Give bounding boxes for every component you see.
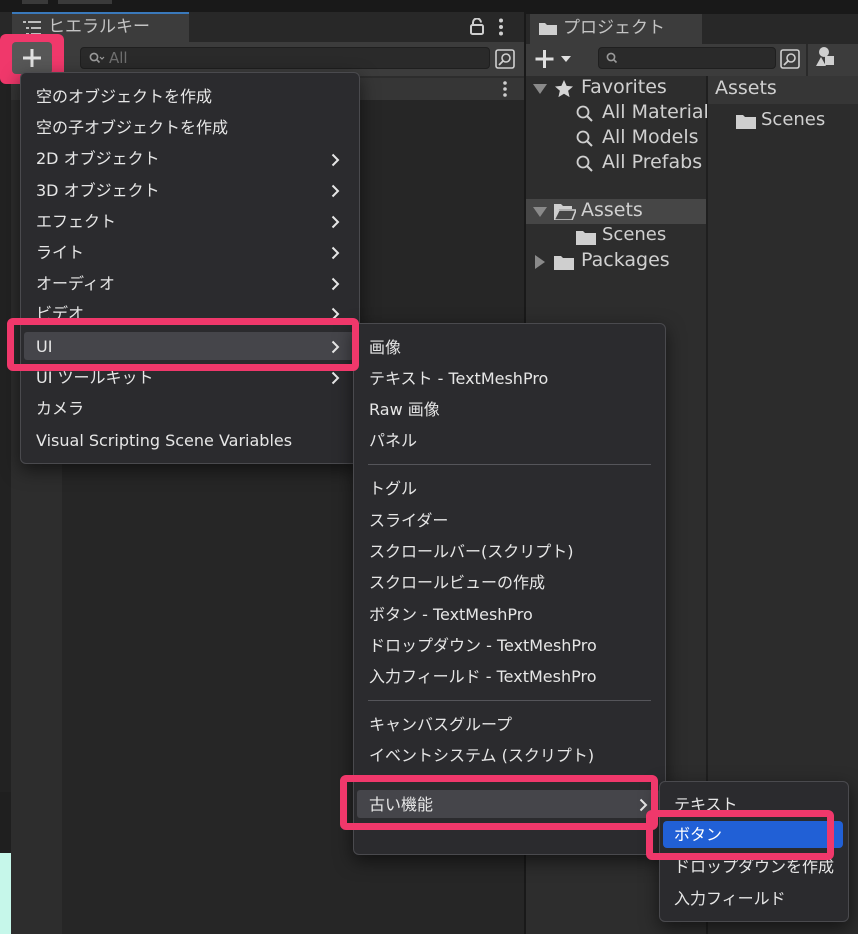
scene-search-icon[interactable] bbox=[495, 49, 515, 69]
search-icon bbox=[576, 105, 594, 123]
menu-item-3d-object[interactable]: 3D オブジェクト bbox=[36, 181, 160, 201]
search-placeholder: All bbox=[109, 49, 128, 67]
submenu-item-event-system[interactable]: イベントシステム (スクリプト) bbox=[369, 746, 594, 766]
menu-item-effects[interactable]: エフェクト bbox=[36, 212, 116, 232]
annotation-box-ui bbox=[7, 318, 359, 371]
toolbar-separator bbox=[806, 44, 808, 76]
menu-item-light[interactable]: ライト bbox=[36, 243, 84, 263]
project-top-strip bbox=[526, 0, 858, 14]
submenu-item-text-tmp[interactable]: テキスト - TextMeshPro bbox=[369, 369, 548, 389]
tree-item-assets[interactable]: Assets bbox=[526, 199, 706, 224]
open-folder-icon bbox=[554, 203, 576, 220]
tree-label-packages: Packages bbox=[581, 249, 670, 271]
folder-icon bbox=[736, 113, 756, 129]
hierarchy-row-kebab-icon[interactable] bbox=[502, 81, 508, 97]
chevron-right-icon bbox=[331, 215, 340, 229]
submenu-item-button-tmp[interactable]: ボタン - TextMeshPro bbox=[369, 605, 533, 625]
chevron-down-icon[interactable] bbox=[533, 84, 547, 94]
menu-item-2d-object[interactable]: 2D オブジェクト bbox=[36, 149, 160, 169]
hierarchy-list-icon bbox=[23, 21, 41, 35]
chevron-right-icon bbox=[331, 246, 340, 260]
submenu-item-panel[interactable]: パネル bbox=[369, 431, 417, 451]
submenu-item-toggle[interactable]: トグル bbox=[369, 479, 417, 499]
tree-item-all-material[interactable]: All Material bbox=[526, 101, 709, 126]
star-icon bbox=[555, 80, 573, 98]
annotation-box-button bbox=[646, 810, 834, 860]
project-search-input[interactable] bbox=[598, 47, 776, 69]
tree-label-all-models: All Models bbox=[602, 126, 699, 148]
chevron-right-icon bbox=[331, 277, 340, 291]
tree-label-all-material: All Material bbox=[602, 101, 709, 123]
kebab-menu-icon[interactable] bbox=[498, 18, 504, 36]
search-icon bbox=[606, 52, 620, 65]
create-menu: 空のオブジェクトを作成 空の子オブジェクトを作成 2D オブジェクト 3D オブ… bbox=[20, 72, 360, 464]
submenu-item-dropdown-tmp[interactable]: ドロップダウン - TextMeshPro bbox=[369, 636, 597, 656]
chevron-right-icon[interactable] bbox=[535, 255, 545, 269]
lock-icon[interactable] bbox=[470, 18, 484, 35]
tree-item-favorites[interactable]: Favorites bbox=[526, 76, 706, 101]
submenu-item-slider[interactable]: スライダー bbox=[369, 511, 448, 531]
assets-pane-title: Assets bbox=[715, 77, 777, 99]
submenu-item-raw-image[interactable]: Raw 画像 bbox=[369, 400, 440, 420]
tree-label-favorites: Favorites bbox=[581, 76, 667, 98]
menu-item-create-empty[interactable]: 空のオブジェクトを作成 bbox=[36, 87, 212, 107]
tree-item-all-models[interactable]: All Models bbox=[526, 126, 706, 151]
tree-label-all-prefabs: All Prefabs bbox=[602, 151, 703, 173]
submenu-item-scrollbar[interactable]: スクロールバー(スクリプト) bbox=[369, 542, 574, 562]
folder-icon bbox=[576, 229, 596, 245]
assets-pane-header: Assets bbox=[708, 76, 858, 104]
menu-item-ui-toolkit[interactable]: UI ツールキット bbox=[36, 368, 154, 388]
folder-icon bbox=[554, 254, 574, 270]
tree-item-packages[interactable]: Packages bbox=[526, 249, 706, 274]
chevron-right-icon bbox=[331, 153, 340, 167]
chevron-down-icon[interactable] bbox=[533, 207, 547, 217]
annotation-box-legacy bbox=[340, 775, 658, 830]
search-icon bbox=[576, 130, 594, 148]
submenu-item-canvas-group[interactable]: キャンバスグループ bbox=[369, 715, 512, 735]
legacy-item-dropdown[interactable]: ドロップダウンを作成 bbox=[674, 857, 834, 877]
hierarchy-search-input[interactable]: All bbox=[80, 47, 490, 69]
submenu-item-image[interactable]: 画像 bbox=[369, 338, 401, 358]
tree-label-scenes: Scenes bbox=[602, 224, 667, 245]
tree-item-scenes[interactable]: Scenes bbox=[526, 224, 706, 249]
legacy-item-input-field[interactable]: 入力フィールド bbox=[674, 889, 786, 909]
create-plus-button[interactable] bbox=[12, 42, 52, 74]
search-by-type-icon[interactable] bbox=[780, 49, 800, 69]
filter-by-type-icon[interactable] bbox=[816, 46, 838, 68]
submenu-item-scroll-view[interactable]: スクロールビューの作成 bbox=[369, 573, 545, 593]
tree-label-assets: Assets bbox=[581, 199, 643, 221]
menu-item-camera[interactable]: カメラ bbox=[36, 399, 84, 419]
chevron-right-icon bbox=[331, 184, 340, 198]
menu-separator bbox=[368, 464, 651, 465]
submenu-item-input-field-tmp[interactable]: 入力フィールド - TextMeshPro bbox=[369, 667, 597, 687]
search-icon bbox=[89, 52, 105, 65]
search-icon bbox=[576, 155, 594, 173]
chevron-right-icon bbox=[331, 371, 340, 385]
plus-icon bbox=[22, 48, 42, 68]
assets-pane-folder-label: Scenes bbox=[761, 109, 826, 130]
folder-icon bbox=[539, 21, 557, 35]
menu-item-visual-scripting[interactable]: Visual Scripting Scene Variables bbox=[36, 431, 292, 451]
assets-pane-folder[interactable]: Scenes bbox=[734, 108, 854, 132]
menu-item-create-empty-child[interactable]: 空の子オブジェクトを作成 bbox=[36, 118, 228, 138]
hierarchy-top-strip bbox=[0, 0, 524, 12]
scene-color-strip bbox=[0, 853, 11, 934]
tab-project[interactable]: プロジェクト bbox=[530, 14, 702, 44]
project-create-button[interactable] bbox=[535, 49, 577, 69]
menu-separator bbox=[368, 700, 651, 701]
menu-item-audio[interactable]: オーディオ bbox=[36, 274, 115, 294]
tab-project-label: プロジェクト bbox=[563, 18, 665, 38]
tree-item-all-prefabs[interactable]: All Prefabs bbox=[526, 151, 706, 176]
